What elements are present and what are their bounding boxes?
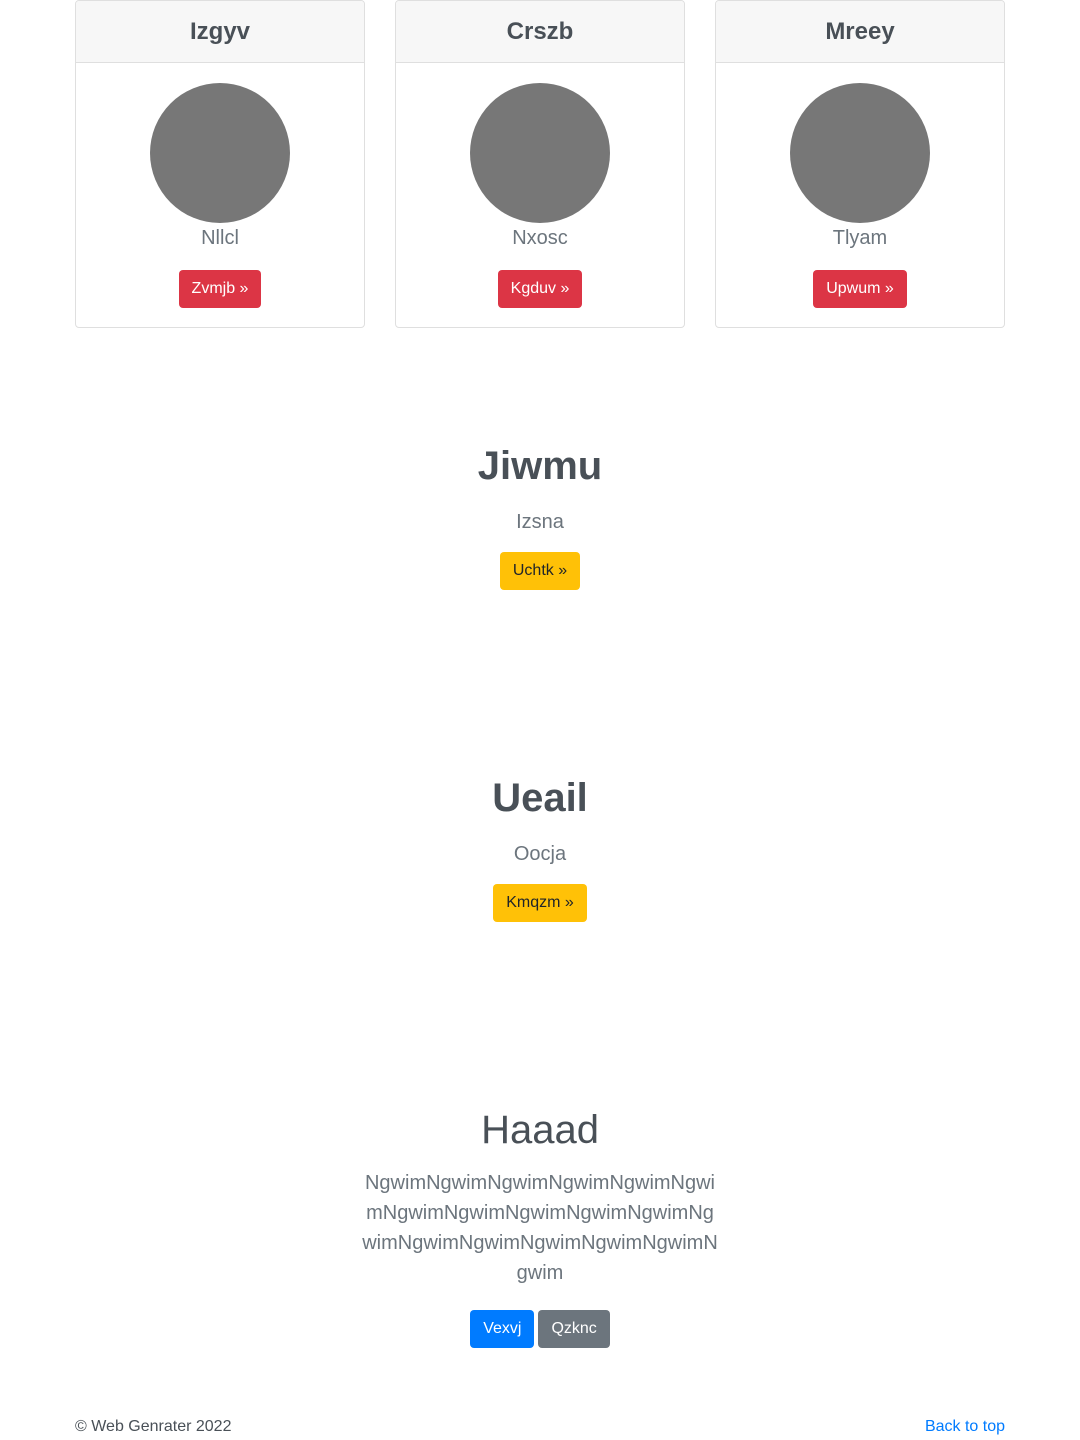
hero-heading: Haaad	[481, 1108, 599, 1152]
card-title: Mreey	[716, 1, 1004, 63]
avatar-placeholder	[150, 83, 290, 223]
page: Izgyv Nllcl Zvmjb » Crszb Nxosc Kgduv » …	[0, 0, 1080, 1440]
back-to-top-link[interactable]: Back to top	[925, 1418, 1005, 1436]
card-title: Izgyv	[76, 1, 364, 63]
feature-button-wrap: Uchtk »	[0, 552, 1080, 590]
hero-secondary-button[interactable]: Qzknc	[538, 1310, 610, 1348]
feature-heading: Jiwmu	[477, 444, 603, 488]
hero-section: Haaad NgwimNgwimNgwimNgwimNgwimNgwimNgwi…	[0, 1106, 1080, 1348]
card-button-wrap: Kgduv »	[396, 270, 684, 308]
card-mreey: Mreey Tlyam Upwum »	[715, 0, 1005, 328]
avatar-placeholder	[470, 83, 610, 223]
feature-button-wrap: Kmqzm »	[0, 884, 1080, 922]
hero-lead: NgwimNgwimNgwimNgwimNgwimNgwimNgwimNgwim…	[362, 1172, 718, 1284]
hero-button-row: Vexvj Qzknc	[0, 1310, 1080, 1348]
avatar-placeholder	[790, 83, 930, 223]
card-subtitle: Nxosc	[512, 227, 568, 249]
feature-text: Izsna	[516, 511, 564, 533]
card-izgyv: Izgyv Nllcl Zvmjb »	[75, 0, 365, 328]
feature-text: Oocja	[513, 843, 567, 865]
card-row: Izgyv Nllcl Zvmjb » Crszb Nxosc Kgduv » …	[75, 0, 1005, 328]
card-subtitle: Nllcl	[201, 227, 239, 249]
feature-heading: Ueail	[492, 776, 588, 820]
feature-jiwmu: Jiwmu Izsna Uchtk »	[0, 442, 1080, 590]
footer-copyright: © Web Genrater 2022	[75, 1418, 232, 1435]
card-button-zvmjb[interactable]: Zvmjb »	[178, 270, 262, 308]
feature-button-kmqzm[interactable]: Kmqzm »	[493, 884, 587, 922]
feature-button-uchtk[interactable]: Uchtk »	[499, 552, 581, 590]
card-crszb: Crszb Nxosc Kgduv »	[395, 0, 685, 328]
card-title: Crszb	[396, 1, 684, 63]
feature-ueail: Ueail Oocja Kmqzm »	[0, 774, 1080, 922]
card-button-kgduv[interactable]: Kgduv »	[497, 270, 583, 308]
card-button-upwum[interactable]: Upwum »	[813, 270, 907, 308]
card-subtitle: Tlyam	[832, 227, 888, 249]
card-button-wrap: Upwum »	[716, 270, 1004, 308]
card-button-wrap: Zvmjb »	[76, 270, 364, 308]
hero-primary-button[interactable]: Vexvj	[470, 1310, 535, 1348]
